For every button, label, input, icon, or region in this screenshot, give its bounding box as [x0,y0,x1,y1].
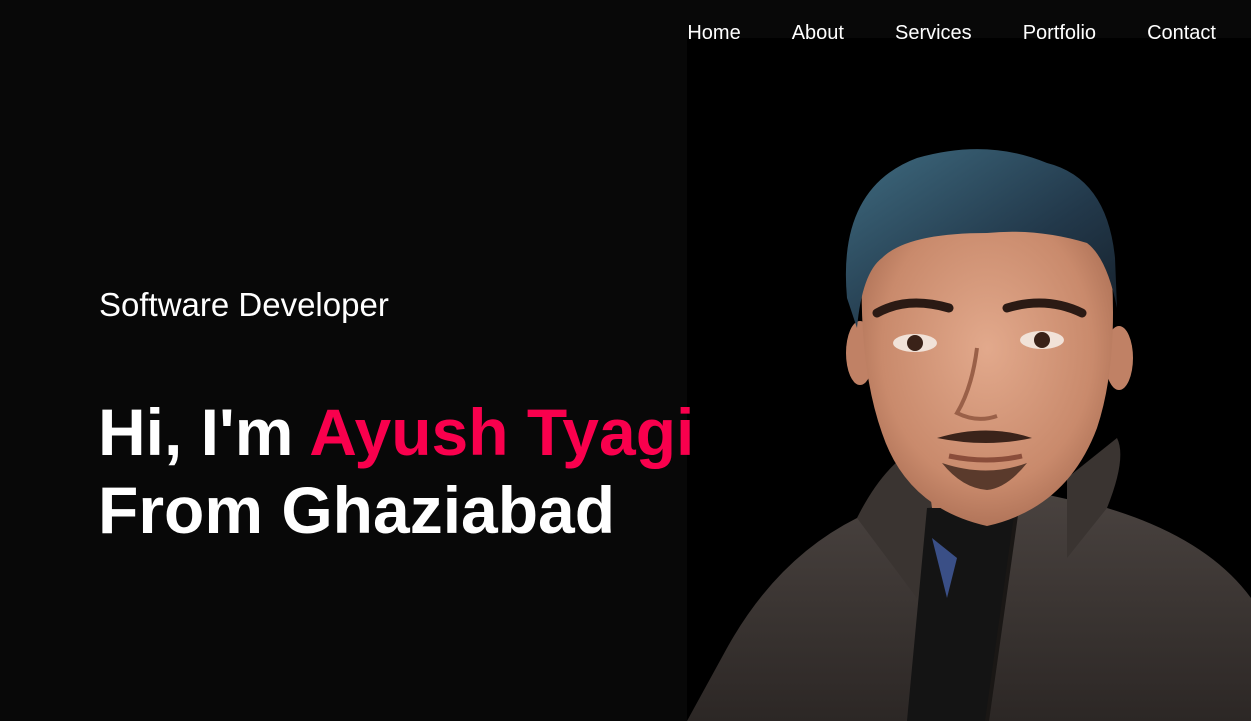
nav-services[interactable]: Services [895,20,972,46]
greeting-text: Hi, I'm [98,395,294,469]
nav-portfolio[interactable]: Portfolio [1023,20,1096,46]
name-highlight: Ayush Tyagi [309,395,695,469]
top-nav: Home About Services Portfolio Contact [636,20,1216,46]
hero-headline: Hi, I'm Ayush Tyagi From Ghaziabad [98,393,694,549]
portrait-illustration [687,149,1251,721]
portrait-photo [687,38,1251,721]
nav-home[interactable]: Home [687,20,740,46]
location-text: From Ghaziabad [98,473,616,547]
nav-contact[interactable]: Contact [1147,20,1216,46]
hero-subtitle: Software Developer [99,286,389,323]
nav-about[interactable]: About [792,20,844,46]
hero-page: Home About Services Portfolio Contact So… [0,0,1251,721]
